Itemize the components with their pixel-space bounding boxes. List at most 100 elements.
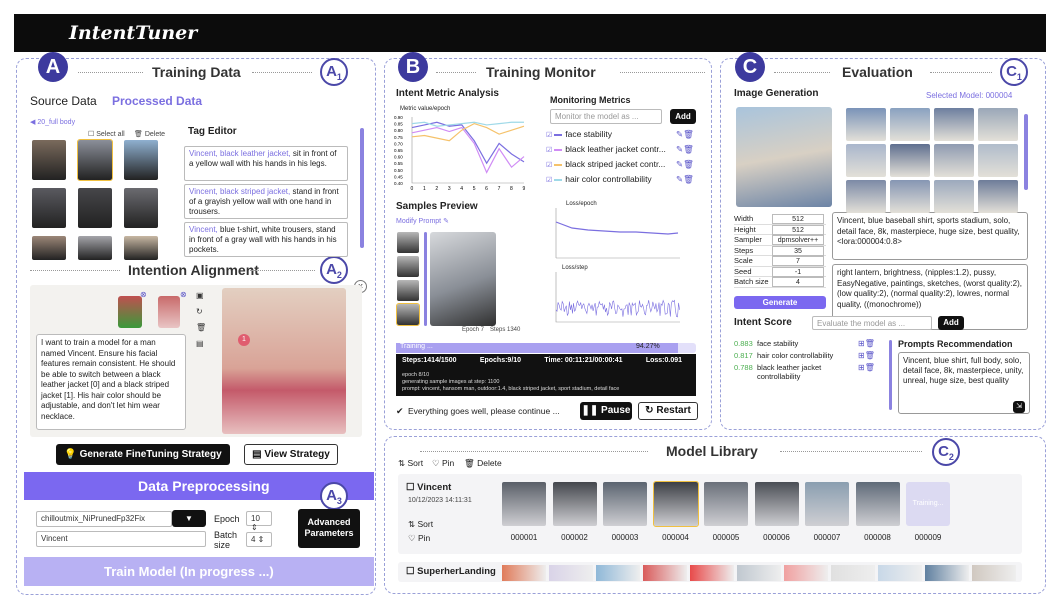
- training-image-thumb[interactable]: [77, 139, 113, 181]
- score-actions-icon[interactable]: ⊞🗑: [858, 363, 875, 372]
- superher-thumb[interactable]: [502, 565, 546, 581]
- training-image-thumb[interactable]: [78, 188, 112, 228]
- generated-image-thumb[interactable]: [890, 180, 930, 213]
- superher-thumb[interactable]: [878, 565, 922, 581]
- superher-thumb[interactable]: [925, 565, 969, 581]
- tab-processed-data[interactable]: Processed Data: [112, 94, 202, 108]
- tab-source-data[interactable]: Source Data: [30, 94, 97, 108]
- training-image-thumb[interactable]: [124, 140, 158, 180]
- sample-thumb[interactable]: [396, 303, 420, 326]
- model-name[interactable]: ☐ SuperherLanding: [406, 566, 496, 577]
- model-checkpoint-thumb[interactable]: [502, 482, 546, 526]
- training-image-thumb[interactable]: [124, 236, 158, 260]
- param-value[interactable]: 4: [772, 277, 824, 287]
- superher-thumb[interactable]: [549, 565, 593, 581]
- metric-row[interactable]: ☑ hair color controllability ✎🗑: [546, 174, 696, 186]
- score-actions-icon[interactable]: ⊞🗑: [858, 351, 875, 360]
- superher-thumb[interactable]: [596, 565, 640, 581]
- superher-thumb[interactable]: [643, 565, 687, 581]
- tag-entry[interactable]: Vincent, black leather jacket, sit in fr…: [184, 146, 348, 181]
- model-checkpoint-thumb[interactable]: [855, 482, 900, 526]
- generated-image-thumb[interactable]: [934, 180, 974, 213]
- folder-breadcrumb[interactable]: ◀ 20_full body: [30, 118, 75, 126]
- metric-row[interactable]: ☑ face stability ✎🗑: [546, 129, 696, 141]
- add-score-button[interactable]: Add: [938, 316, 964, 330]
- delete-button[interactable]: 🗑 Delete: [134, 130, 165, 138]
- superher-thumb[interactable]: [784, 565, 828, 581]
- model-name[interactable]: ☐ Vincent: [406, 482, 451, 493]
- delete-button[interactable]: 🗑 Delete: [464, 458, 502, 469]
- param-value[interactable]: 512: [772, 224, 824, 235]
- pin-button[interactable]: ♡ Pin: [432, 458, 454, 469]
- training-image-thumb[interactable]: [124, 188, 158, 228]
- monitor-input[interactable]: Monitor the model as ...: [550, 109, 662, 124]
- intent-score-input[interactable]: Evaluate the model as ...: [812, 316, 932, 330]
- model-checkpoint-thumb[interactable]: [805, 482, 849, 526]
- generate-button[interactable]: Generate: [734, 296, 826, 309]
- model-checkpoint-thumb[interactable]: [552, 482, 597, 526]
- generated-image-thumb[interactable]: [934, 108, 974, 141]
- positive-prompt[interactable]: Vincent, blue baseball shirt, sports sta…: [832, 212, 1028, 260]
- score-actions-icon[interactable]: ⊞🗑: [858, 339, 875, 348]
- generated-image-thumb[interactable]: [890, 144, 930, 177]
- checkbox-icon[interactable]: ☑: [546, 162, 554, 169]
- base-model-select[interactable]: chilloutmix_NiPrunedFp32Fix: [36, 511, 172, 527]
- edit-icon[interactable]: ✎🗑: [676, 174, 694, 185]
- gen-scrollbar[interactable]: [1024, 114, 1028, 190]
- prompt-textbox[interactable]: I want to train a model for a man named …: [36, 334, 186, 430]
- superher-thumb[interactable]: [690, 565, 734, 581]
- superher-thumb[interactable]: [972, 565, 1016, 581]
- sample-thumb[interactable]: [397, 256, 419, 277]
- epoch-stepper[interactable]: 10 ⇕: [246, 511, 272, 532]
- edit-icon[interactable]: ✎🗑: [676, 129, 694, 140]
- copy-icon[interactable]: ⇲: [1013, 401, 1025, 413]
- generated-image-thumb[interactable]: [846, 108, 886, 141]
- training-image-thumb[interactable]: [32, 140, 66, 180]
- tag-entry[interactable]: Vincent, blue t-shirt, white trousers, s…: [184, 222, 348, 257]
- edit-icon[interactable]: ✎🗑: [676, 159, 694, 170]
- pin-button[interactable]: ♡ Pin: [408, 533, 430, 544]
- restart-button[interactable]: ↻ Restart: [638, 402, 698, 420]
- model-checkpoint-thumb[interactable]: [704, 482, 748, 526]
- sample-thumb[interactable]: [397, 280, 419, 301]
- model-name-input[interactable]: Vincent: [36, 531, 206, 547]
- view-strategy-button[interactable]: ▤ View Strategy: [244, 444, 338, 465]
- superher-thumb[interactable]: [831, 565, 875, 581]
- sample-thumb[interactable]: [397, 232, 419, 253]
- checkbox-icon[interactable]: ☑: [546, 132, 554, 139]
- param-value[interactable]: -1: [772, 266, 824, 277]
- tag-scrollbar[interactable]: [360, 128, 364, 248]
- param-value[interactable]: 7: [772, 256, 824, 266]
- metric-row[interactable]: ☑ black leather jacket contr... ✎🗑: [546, 144, 696, 156]
- modify-prompt-link[interactable]: Modify Prompt ✎: [396, 217, 449, 225]
- close-icon[interactable]: ⊗: [180, 290, 187, 299]
- tag-entry[interactable]: Vincent, black striped jacket, stand in …: [184, 184, 348, 219]
- checkbox-icon[interactable]: ☑: [546, 177, 554, 184]
- training-image-thumb[interactable]: [78, 236, 112, 260]
- model-checkpoint-thumb[interactable]: [603, 482, 647, 526]
- generated-image-thumb[interactable]: [846, 180, 886, 213]
- pause-button[interactable]: ❚❚ Pause: [580, 402, 632, 420]
- param-value[interactable]: dpmsolver++: [772, 235, 824, 245]
- prompts-rec-box[interactable]: Vincent, blue shirt, full body, solo, de…: [898, 352, 1030, 414]
- superher-thumb[interactable]: [737, 565, 781, 581]
- model-checkpoint-thumb[interactable]: [754, 482, 799, 526]
- metric-row[interactable]: ☑ black striped jacket contr... ✎🗑: [546, 159, 696, 171]
- close-icon[interactable]: ⊗: [140, 290, 147, 299]
- sort-button[interactable]: ⇅ Sort: [408, 519, 433, 530]
- training-image-thumb[interactable]: [32, 188, 66, 228]
- edit-icon[interactable]: ✎🗑: [676, 144, 694, 155]
- sort-button[interactable]: ⇅ Sort: [398, 458, 423, 469]
- generate-strategy-button[interactable]: 💡 Generate FineTuning Strategy: [56, 444, 230, 465]
- param-value[interactable]: 35: [772, 245, 824, 256]
- batch-stepper[interactable]: 4 ⇕: [246, 532, 272, 547]
- tool-icons[interactable]: ▣ ↻ 🗑 ▤: [196, 288, 206, 352]
- generated-image-thumb[interactable]: [978, 108, 1018, 141]
- add-metric-button[interactable]: Add: [670, 109, 696, 124]
- advanced-parameters-button[interactable]: Advanced Parameters: [298, 509, 360, 548]
- training-image-thumb[interactable]: [32, 236, 66, 260]
- generated-image-thumb[interactable]: [846, 144, 886, 177]
- chevron-down-icon[interactable]: ▼: [172, 510, 206, 527]
- samples-scrollbar[interactable]: [424, 232, 427, 326]
- generated-image-thumb[interactable]: [978, 144, 1018, 177]
